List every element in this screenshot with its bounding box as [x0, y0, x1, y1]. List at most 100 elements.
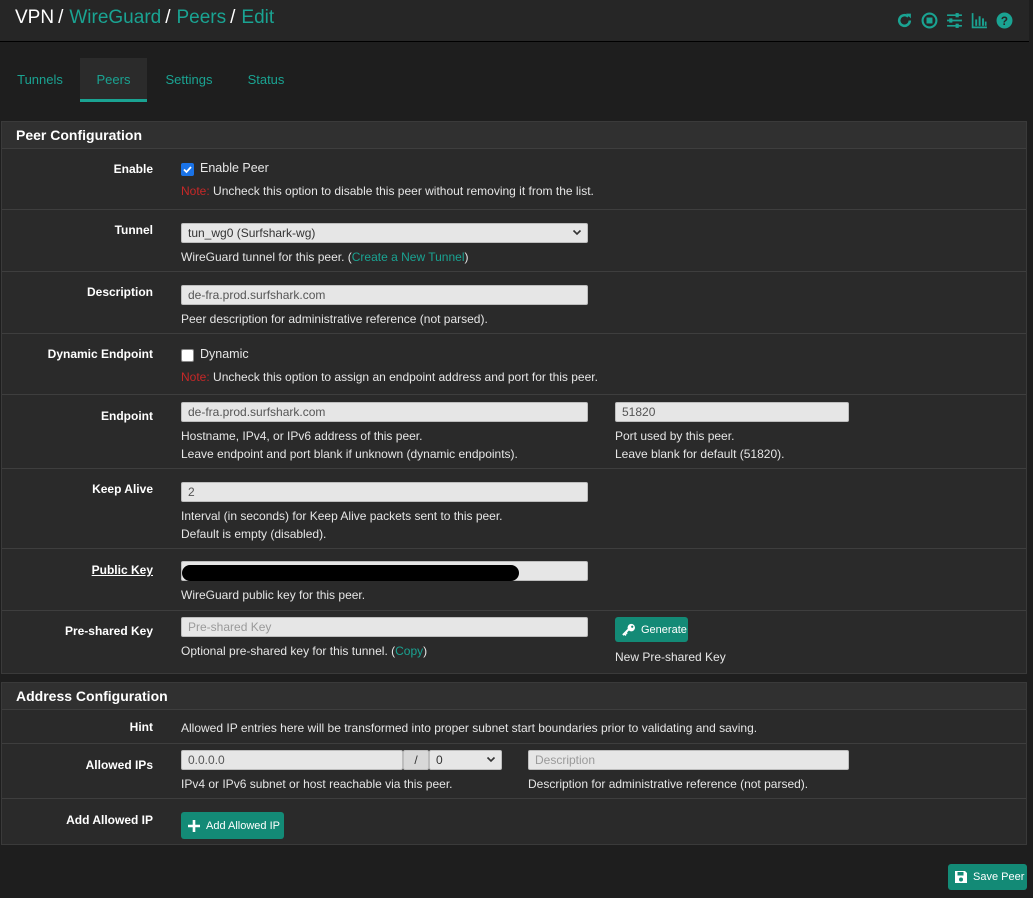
enable-label: Enable	[113, 162, 153, 176]
save-icon	[955, 871, 967, 883]
keep-alive-row: Keep Alive 2 Interval (in seconds) for K…	[2, 469, 1026, 549]
allowed-ip-description-input[interactable]: Description	[528, 750, 849, 770]
svg-text:?: ?	[1001, 14, 1008, 27]
generate-button[interactable]: Generate	[615, 617, 688, 642]
add-allowed-ip-row: Add Allowed IP Add Allowed IP	[2, 799, 1026, 844]
tunnel-select-value: tun_wg0 (Surfshark-wg)	[188, 226, 316, 240]
description-help: Peer description for administrative refe…	[181, 312, 488, 326]
pre-shared-key-help-suffix: )	[423, 644, 428, 658]
tab-bar: Tunnels Peers Settings Status	[0, 58, 320, 104]
address-configuration-panel: Address Configuration Hint Allowed IP en…	[1, 682, 1027, 845]
allowed-ip-input[interactable]: 0.0.0.0	[181, 750, 403, 770]
allowed-ips-label: Allowed IPs	[85, 758, 153, 772]
generate-button-label: Generate	[641, 623, 687, 636]
help-icon[interactable]: ?	[994, 10, 1015, 30]
save-peer-button-label: Save Peer	[973, 871, 1025, 883]
keep-alive-help-1: Interval (in seconds) for Keep Alive pac…	[181, 509, 503, 523]
peer-configuration-title: Peer Configuration	[2, 122, 1026, 149]
subnet-mask-value: 0	[436, 753, 443, 767]
reload-icon[interactable]	[894, 10, 915, 30]
breadcrumb-separator: /	[58, 7, 64, 28]
tunnel-help: WireGuard tunnel for this peer. (Create …	[181, 250, 468, 264]
tab-tunnels[interactable]: Tunnels	[6, 58, 74, 102]
tab-status[interactable]: Status	[236, 58, 296, 102]
description-input[interactable]: de-fra.prod.surfshark.com	[181, 285, 588, 305]
top-bar: VPN / WireGuard / Peers / Edit ?	[0, 0, 1029, 42]
header-icons: ?	[894, 10, 1015, 30]
tunnel-help-text: WireGuard tunnel for this peer. (	[181, 250, 352, 264]
endpoint-host-help-2: Leave endpoint and port blank if unknown…	[181, 447, 518, 461]
description-row: Description de-fra.prod.surfshark.com Pe…	[2, 272, 1026, 334]
create-new-tunnel-link[interactable]: Create a New Tunnel	[352, 250, 465, 264]
endpoint-label: Endpoint	[101, 409, 153, 423]
pre-shared-key-help: Optional pre-shared key for this tunnel.…	[181, 644, 427, 658]
dynamic-checkbox[interactable]	[181, 349, 194, 362]
allowed-ip-help: IPv4 or IPv6 subnet or host reachable vi…	[181, 777, 453, 791]
add-allowed-ip-button[interactable]: Add Allowed IP	[181, 812, 284, 839]
add-allowed-ip-button-label: Add Allowed IP	[206, 819, 280, 832]
breadcrumb-peers[interactable]: Peers	[177, 7, 227, 28]
enable-note: Note: Uncheck this option to disable thi…	[181, 184, 594, 198]
pre-shared-key-input[interactable]: Pre-shared Key	[181, 617, 588, 637]
stop-icon[interactable]	[919, 10, 940, 30]
key-icon	[622, 623, 635, 636]
description-label: Description	[86, 285, 153, 299]
public-key-help: WireGuard public key for this peer.	[181, 588, 366, 602]
generate-help: New Pre-shared Key	[615, 650, 726, 664]
hint-label: Hint	[129, 720, 153, 734]
save-peer-button[interactable]: Save Peer	[948, 864, 1027, 890]
public-key-input[interactable]	[181, 561, 588, 581]
tunnel-help-suffix: )	[464, 250, 469, 264]
subnet-mask-select[interactable]: 0	[429, 750, 502, 770]
breadcrumb-wireguard[interactable]: WireGuard	[69, 7, 161, 28]
note-prefix: Note:	[181, 184, 210, 198]
keep-alive-label: Keep Alive	[92, 482, 153, 496]
breadcrumb-separator: /	[165, 7, 171, 28]
hint-text: Allowed IP entries here will be transfor…	[181, 721, 758, 735]
pre-shared-key-help-text: Optional pre-shared key for this tunnel.…	[181, 644, 396, 658]
dynamic-note-text: Uncheck this option to assign an endpoin…	[209, 370, 598, 384]
tunnel-row: Tunnel tun_wg0 (Surfshark-wg) WireGuard …	[2, 210, 1026, 272]
endpoint-host-help-1: Hostname, IPv4, or IPv6 address of this …	[181, 429, 423, 443]
chevron-down-icon	[486, 756, 496, 763]
endpoint-port-input[interactable]: 51820	[615, 402, 849, 422]
keep-alive-help-2: Default is empty (disabled).	[181, 527, 327, 541]
add-allowed-ip-label: Add Allowed IP	[66, 813, 153, 827]
endpoint-port-help-2: Leave blank for default (51820).	[615, 447, 785, 461]
tab-settings[interactable]: Settings	[155, 58, 223, 102]
sliders-icon[interactable]	[944, 10, 965, 30]
tunnel-label: Tunnel	[114, 223, 153, 237]
endpoint-row: Endpoint de-fra.prod.surfshark.com Hostn…	[2, 395, 1026, 469]
note-prefix: Note:	[181, 370, 210, 384]
copy-link[interactable]: Copy	[395, 644, 423, 658]
public-key-label[interactable]: Public Key	[92, 563, 153, 577]
public-key-row: Public Key WireGuard public key for this…	[2, 549, 1026, 611]
breadcrumb-separator: /	[230, 7, 236, 28]
peer-configuration-panel: Peer Configuration Enable Enable Peer No…	[1, 121, 1027, 674]
subnet-slash: /	[403, 750, 429, 770]
hint-row: Hint Allowed IP entries here will be tra…	[2, 710, 1026, 744]
dynamic-note: Note: Uncheck this option to assign an e…	[181, 370, 598, 384]
dynamic-endpoint-label: Dynamic Endpoint	[47, 347, 153, 361]
keep-alive-input[interactable]: 2	[181, 482, 588, 502]
enable-peer-checkbox[interactable]	[181, 163, 194, 176]
breadcrumb: VPN / WireGuard / Peers / Edit	[15, 7, 274, 29]
dynamic-checkbox-label[interactable]: Dynamic	[200, 347, 249, 361]
plus-icon	[188, 819, 200, 832]
breadcrumb-vpn: VPN	[15, 7, 55, 28]
allowed-ips-row: Allowed IPs 0.0.0.0 / 0 Description IPv4…	[2, 744, 1026, 799]
enable-note-text: Uncheck this option to disable this peer…	[209, 184, 594, 198]
enable-peer-checkbox-label[interactable]: Enable Peer	[200, 161, 269, 175]
redaction-mark	[182, 565, 519, 581]
tab-peers[interactable]: Peers	[80, 58, 147, 102]
tunnel-select[interactable]: tun_wg0 (Surfshark-wg)	[181, 223, 588, 243]
address-configuration-title: Address Configuration	[2, 683, 1026, 710]
endpoint-host-input[interactable]: de-fra.prod.surfshark.com	[181, 402, 588, 422]
check-icon	[183, 166, 192, 174]
breadcrumb-edit[interactable]: Edit	[241, 7, 274, 28]
enable-row: Enable Enable Peer Note: Uncheck this op…	[2, 149, 1026, 210]
chart-icon[interactable]	[969, 10, 990, 30]
pre-shared-key-label: Pre-shared Key	[64, 624, 153, 638]
dynamic-endpoint-row: Dynamic Endpoint Dynamic Note: Uncheck t…	[2, 334, 1026, 395]
pre-shared-key-row: Pre-shared Key Pre-shared Key Optional p…	[2, 611, 1026, 673]
